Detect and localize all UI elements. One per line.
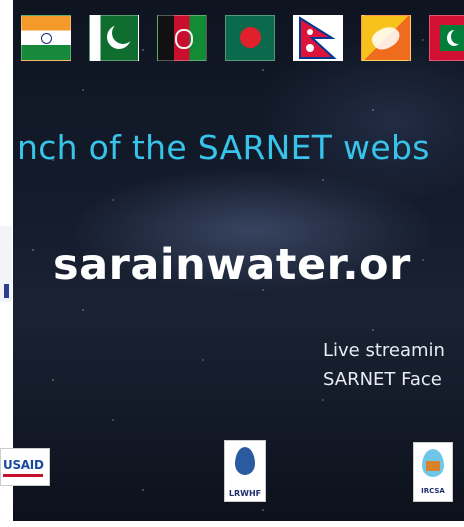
flag-row [21, 15, 464, 61]
live-line-1: Live streamin [323, 340, 445, 361]
nepal-flag-icon [293, 15, 343, 61]
ircsa-logo-text: IRCSA [421, 487, 445, 495]
water-drop-icon [235, 447, 255, 475]
afghanistan-flag-icon [157, 15, 207, 61]
bangladesh-flag-icon [225, 15, 275, 61]
maldives-flag-icon [429, 15, 464, 61]
bhutan-flag-icon [361, 15, 411, 61]
usaid-logo: USAID [0, 448, 50, 486]
event-poster: nch of the SARNET webs sarainwater.or Li… [13, 0, 464, 521]
usaid-logo-text: USAID [3, 458, 44, 472]
launch-headline: nch of the SARNET webs [17, 128, 430, 167]
pakistan-flag-icon [89, 15, 139, 61]
india-flag-icon [21, 15, 71, 61]
lrwhf-logo-text: LRWHF [228, 489, 262, 498]
live-streaming-note: Live streamin SARNET Face [323, 336, 445, 394]
left-edge-logo-fragment [0, 226, 12, 302]
ircsa-logo: IRCSA [413, 442, 453, 502]
website-url: sarainwater.or [53, 240, 411, 290]
lrwhf-logo: LRWHF [224, 440, 266, 502]
live-line-2: SARNET Face [323, 369, 442, 390]
house-icon [426, 461, 440, 471]
